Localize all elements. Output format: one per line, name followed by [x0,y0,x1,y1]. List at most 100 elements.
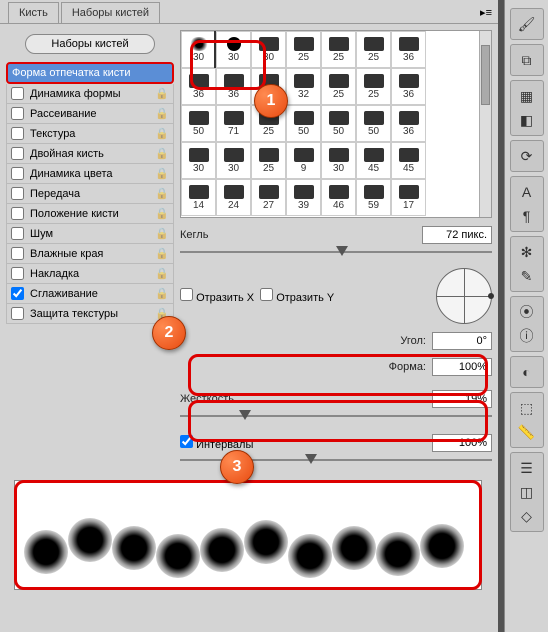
brush-tool-icon[interactable]: 🖌 [516,13,538,35]
brush-preset[interactable]: 36 [391,68,426,105]
brush-preset[interactable]: 25 [356,68,391,105]
flip-x-checkbox[interactable]: Отразить X [180,288,254,304]
brush-preset[interactable]: 36 [391,31,426,68]
swatches-icon[interactable]: ▦ [516,85,538,107]
flip-y-checkbox[interactable]: Отразить Y [260,288,334,304]
roundness-input[interactable] [432,358,492,376]
sidebar-item-1[interactable]: Динамика формы🔒 [6,84,174,104]
flyout-menu-icon[interactable]: ▸≡ [480,6,492,19]
brush-preset[interactable]: 32 [286,68,321,105]
brush-preset[interactable]: 36 [391,105,426,142]
angle-widget[interactable] [436,268,492,324]
brush-options-sidebar: Наборы кистей Форма отпечатка кистиДинам… [6,30,174,468]
sidebar-item-label: Защита текстуры [30,308,118,320]
sidebar-checkbox[interactable] [11,247,24,260]
3d-icon[interactable]: ⬚ [516,397,538,419]
brush-preset[interactable]: 50 [286,105,321,142]
sidebar-checkbox[interactable] [11,267,24,280]
clone-tool-icon[interactable]: ⧉ [516,49,538,71]
sidebar-item-7[interactable]: Положение кисти🔒 [6,204,174,224]
sidebar-checkbox[interactable] [11,147,24,160]
text-icon[interactable]: A [516,181,538,203]
brush-preset[interactable]: 30 [181,31,216,68]
brush-preset[interactable]: 59 [356,179,391,216]
history-icon[interactable]: ⟳ [516,145,538,167]
brush-preset[interactable]: 50 [181,105,216,142]
brush-preset[interactable]: 30 [321,142,356,179]
brush-preset[interactable]: 30 [216,31,251,68]
styles-icon[interactable]: ◧ [516,109,538,131]
brush-preset[interactable]: 25 [321,68,356,105]
hardness-slider[interactable] [180,410,492,424]
sidebar-item-2[interactable]: Рассеивание🔒 [6,104,174,124]
lock-icon: 🔒 [155,187,169,200]
sidebar-item-4[interactable]: Двойная кисть🔒 [6,144,174,164]
brush-grid-scrollbar[interactable] [479,31,491,217]
sidebar-item-label: Двойная кисть [30,148,104,160]
sidebar-item-5[interactable]: Динамика цвета🔒 [6,164,174,184]
brush-preset[interactable]: 46 [321,179,356,216]
tab-brush[interactable]: Кисть [8,2,59,23]
sidebar-checkbox[interactable] [11,167,24,180]
sidebar-item-10[interactable]: Накладка 🔒 [6,264,174,284]
brush-preset[interactable]: 25 [286,31,321,68]
paths-icon[interactable]: ◇ [516,505,538,527]
brush-preset[interactable]: 17 [391,179,426,216]
brush-preset[interactable]: 25 [251,142,286,179]
sidebar-item-3[interactable]: Текстура🔒 [6,124,174,144]
sidebar-checkbox[interactable] [11,187,24,200]
brush-presets-button[interactable]: Наборы кистей [25,34,155,54]
sidebar-item-12[interactable]: Защита текстуры🔒 [6,304,174,324]
brush-preset[interactable]: 30 [251,31,286,68]
channels-icon[interactable]: ◫ [516,481,538,503]
nav-icon[interactable]: ⦿ [516,301,538,323]
sidebar-checkbox[interactable] [11,107,24,120]
paragraph-icon[interactable]: ¶ [516,205,538,227]
sidebar-item-label: Шум [30,228,53,240]
brush-preset[interactable]: 39 [286,179,321,216]
sidebar-checkbox[interactable] [11,227,24,240]
sidebar-checkbox[interactable] [11,87,24,100]
sidebar-checkbox[interactable] [11,287,24,300]
brush-preset[interactable]: 9 [286,142,321,179]
lock-icon: 🔒 [155,267,169,280]
angle-input[interactable] [432,332,492,350]
brush-preset[interactable]: 50 [356,105,391,142]
size-input[interactable] [422,226,492,244]
layers-icon[interactable]: ☰ [516,457,538,479]
brush-preset[interactable]: 71 [216,105,251,142]
sidebar-item-8[interactable]: Шум🔒 [6,224,174,244]
brush-preset[interactable]: 36 [181,68,216,105]
brush-panel: Кисть Наборы кистей ▸≡ Наборы кистей Фор… [0,0,498,632]
info-icon[interactable]: ⓘ [516,325,538,347]
brush2-icon[interactable]: ✎ [516,265,538,287]
sidebar-item-0[interactable]: Форма отпечатка кисти [6,62,174,84]
sidebar-checkbox[interactable] [11,307,24,320]
tab-presets[interactable]: Наборы кистей [61,2,160,23]
brush-preset[interactable]: 30 [216,142,251,179]
spacing-checkbox[interactable]: Интервалы [180,435,253,451]
brush-preset[interactable]: 25 [356,31,391,68]
sidebar-item-6[interactable]: Передача🔒 [6,184,174,204]
color-icon[interactable]: ◐ [516,361,538,383]
spacing-input[interactable] [432,434,492,452]
brush-preset[interactable]: 50 [321,105,356,142]
adjust-icon[interactable]: ✻ [516,241,538,263]
lock-icon: 🔒 [155,287,169,300]
sidebar-item-11[interactable]: Сглаживание🔒 [6,284,174,304]
brush-preset[interactable]: 14 [181,179,216,216]
sidebar-checkbox[interactable] [11,127,24,140]
brush-preset[interactable]: 30 [181,142,216,179]
brush-preset[interactable]: 25 [321,31,356,68]
size-slider[interactable] [180,246,492,260]
sidebar-item-9[interactable]: Влажные края🔒 [6,244,174,264]
brush-preset[interactable]: 24 [216,179,251,216]
sidebar-checkbox[interactable] [11,207,24,220]
brush-preset[interactable]: 27 [251,179,286,216]
sidebar-item-label: Накладка [30,268,79,280]
brush-preset[interactable]: 45 [356,142,391,179]
hardness-input[interactable] [432,390,492,408]
brush-preset[interactable]: 45 [391,142,426,179]
measure-icon[interactable]: 📏 [516,421,538,443]
brush-preset[interactable]: 36 [216,68,251,105]
